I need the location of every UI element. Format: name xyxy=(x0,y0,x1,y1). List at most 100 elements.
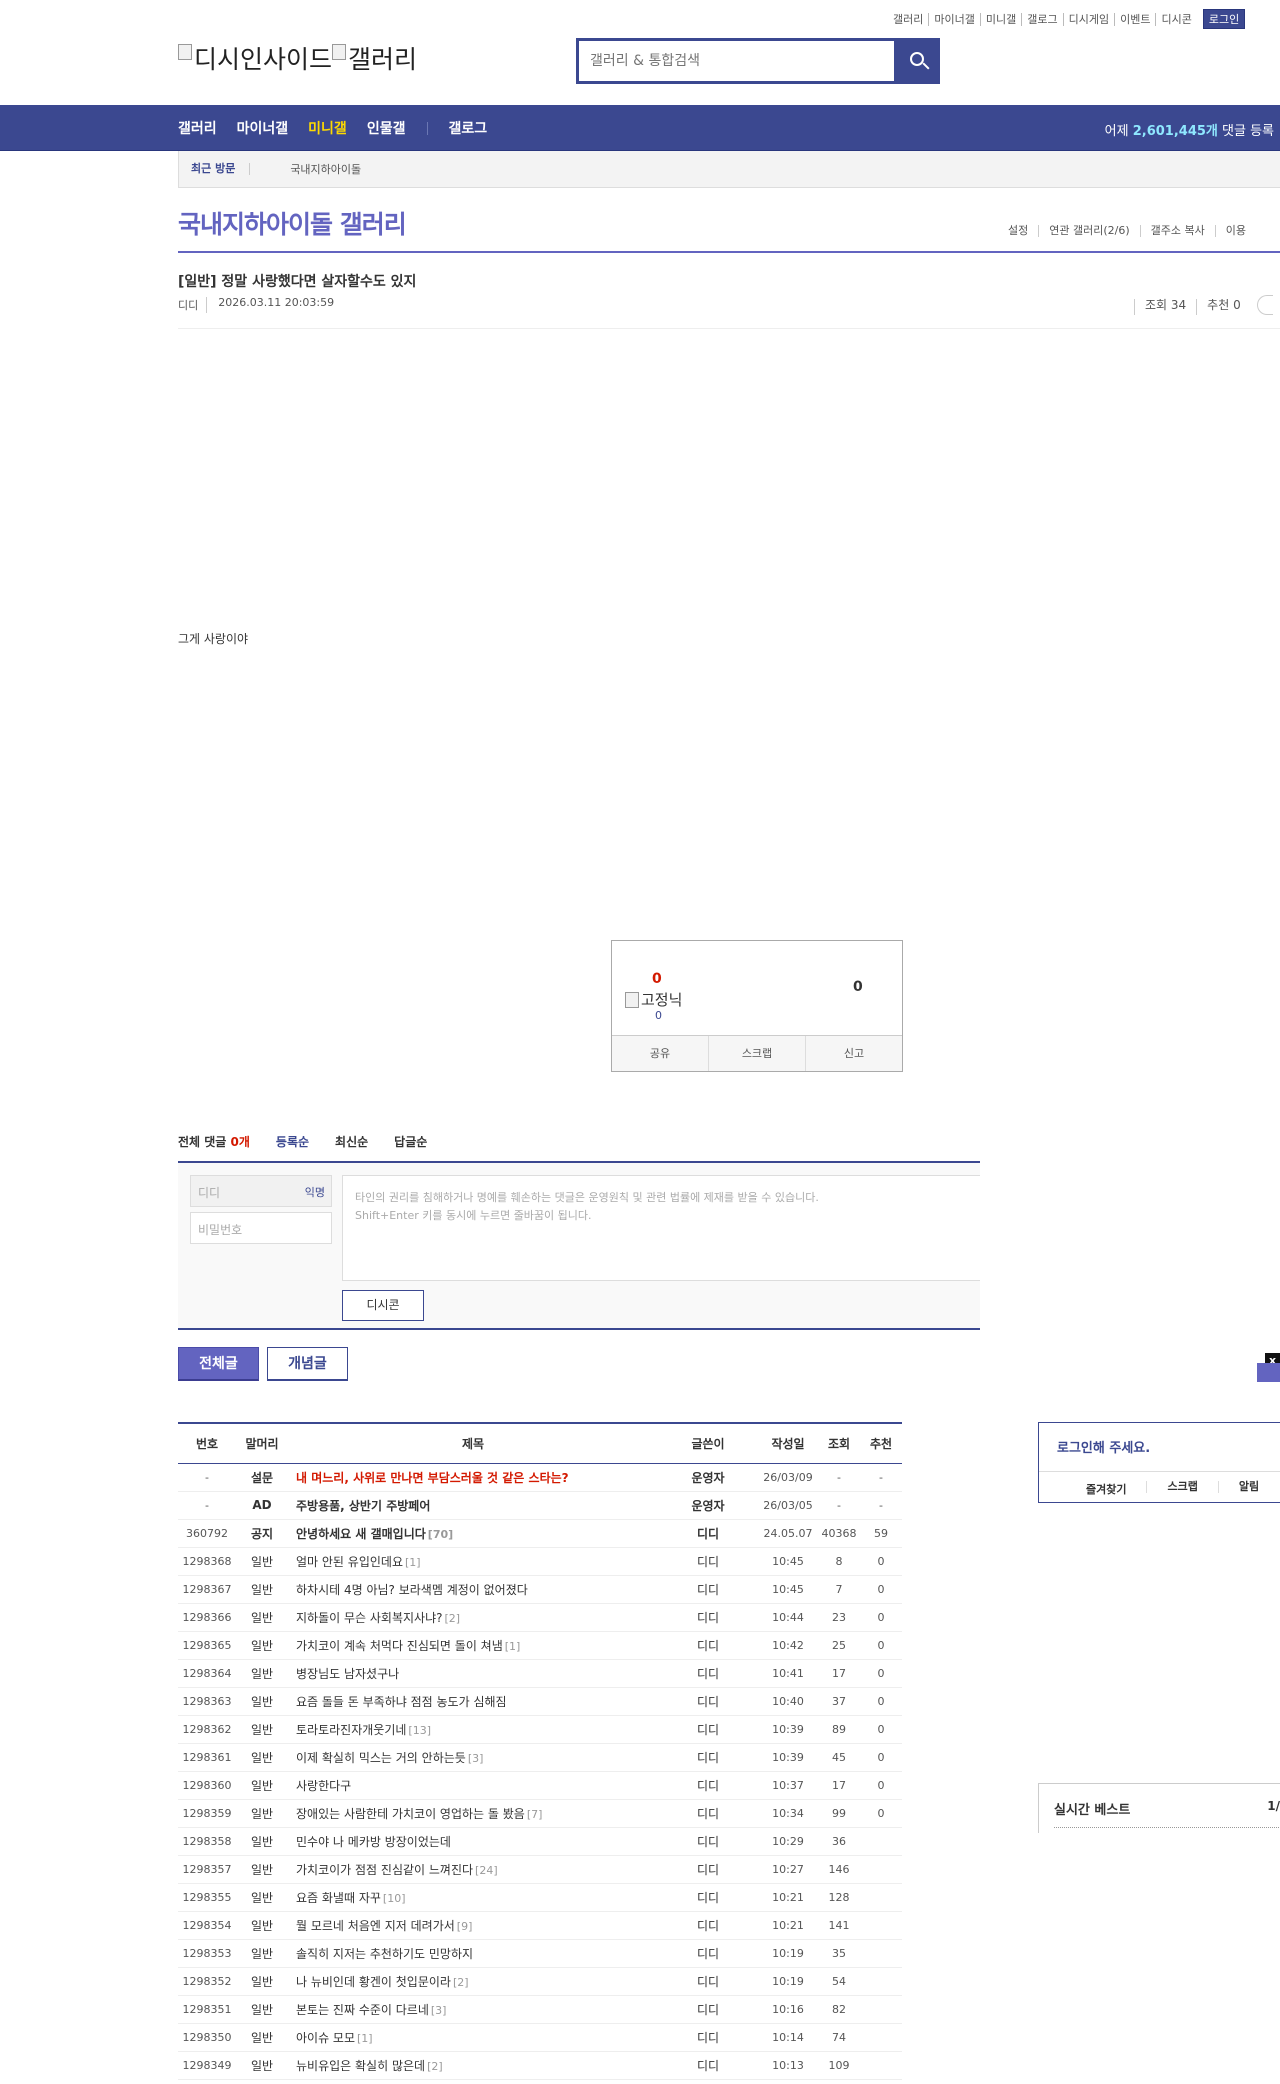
post-author[interactable]: 디디 xyxy=(178,297,198,313)
row-writer[interactable]: 디디 xyxy=(658,1575,758,1604)
row-writer[interactable]: 디디 xyxy=(658,1603,758,1632)
table-row[interactable]: 1298365 일반 가치코이 계속 처먹다 진심되면 돌이 쳐냄 [1] 디디 10:4… xyxy=(178,1631,1018,1660)
row-reply-count[interactable]: [1] xyxy=(505,1640,521,1653)
row-writer[interactable]: 디디 xyxy=(658,2051,758,2080)
search-button[interactable] xyxy=(894,41,937,81)
gallery-usage[interactable]: 이용 xyxy=(1214,225,1256,237)
side-float-button[interactable] xyxy=(1257,1363,1280,1382)
row-subject[interactable]: 아이슈 모모 [1] xyxy=(288,2023,658,2052)
row-subject[interactable]: 민수야 나 메카방 방장이었는데 xyxy=(288,1827,658,1856)
comment-textarea[interactable]: 타인의 권리를 침해하거나 명예를 훼손하는 댓글은 운영원칙 및 관련 법률에… xyxy=(342,1175,980,1281)
table-row[interactable]: 1298359 일반 장애있는 사람한테 가치코이 영업하는 돌 봤음 [7] 디디 10… xyxy=(178,1799,1018,1828)
row-subject[interactable]: 하차시테 4명 아님? 보라색멤 계정이 없어졌다 xyxy=(288,1575,658,1604)
row-subject-text[interactable]: 요즘 화낼때 자꾸 xyxy=(296,1891,381,1905)
table-row[interactable]: 1298350 일반 아이슈 모모 [1] 디디 10:14 74 xyxy=(178,2023,1018,2052)
table-row[interactable]: 1298354 일반 뭘 모르네 처음엔 지저 데려가서 [9] 디디 10:21 141 xyxy=(178,1911,1018,1940)
fixed-nick-recommend[interactable]: 고정닉 xyxy=(625,989,682,1010)
login-prompt[interactable]: 로그인해 주세요. xyxy=(1057,1437,1150,1456)
topnav-event[interactable]: 이벤트 xyxy=(1114,12,1155,26)
row-subject-text[interactable]: 가치코이 계속 처먹다 진심되면 돌이 쳐냄 xyxy=(296,1639,503,1653)
table-row[interactable]: 1298357 일반 가치코이가 점점 진심같이 느껴진다 [24] 디디 10:27 14… xyxy=(178,1855,1018,1884)
row-subject-text[interactable]: 장애있는 사람한테 가치코이 영업하는 돌 봤음 xyxy=(296,1807,525,1821)
table-row[interactable]: 1298363 일반 요즘 돌들 돈 부족하냐 점점 농도가 심해짐 디디 10:40 3… xyxy=(178,1687,1018,1716)
row-subject[interactable]: 토라토라진자개웃기네 [13] xyxy=(288,1715,658,1744)
row-writer[interactable]: 디디 xyxy=(658,1519,758,1548)
scrap-button[interactable]: 스크랩 xyxy=(708,1036,805,1071)
row-reply-count[interactable]: [7] xyxy=(527,1808,543,1821)
table-row[interactable]: 1298362 일반 토라토라진자개웃기네 [13] 디디 10:39 89 0 xyxy=(178,1715,1018,1744)
topnav-dcgame[interactable]: 디시게임 xyxy=(1062,12,1114,26)
row-writer[interactable]: 디디 xyxy=(658,1967,758,1996)
row-reply-count[interactable]: [1] xyxy=(357,2032,373,2045)
table-row[interactable]: - 설문 내 며느리, 사위로 만나면 부담스러울 것 같은 스타는? 운영자 26/0… xyxy=(178,1463,1018,1492)
row-subject-text[interactable]: 나 뉴비인데 황겐이 첫입문이라 xyxy=(296,1975,451,1989)
row-subject[interactable]: 가치코이가 점점 진심같이 느껴진다 [24] xyxy=(288,1855,658,1884)
row-subject-text[interactable]: 안녕하세요 새 갤매입니다 xyxy=(296,1527,426,1541)
row-writer[interactable]: 디디 xyxy=(658,1855,758,1884)
row-writer[interactable]: 디디 xyxy=(658,1827,758,1856)
row-reply-count[interactable]: [24] xyxy=(475,1864,498,1877)
row-subject[interactable]: 솔직히 지저는 추천하기도 민망하지 xyxy=(288,1939,658,1968)
table-row[interactable]: 1298355 일반 요즘 화낼때 자꾸 [10] 디디 10:21 128 xyxy=(178,1883,1018,1912)
row-subject[interactable]: 나 뉴비인데 황겐이 첫입문이라 [2] xyxy=(288,1967,658,1996)
row-subject[interactable]: 뭘 모르네 처음엔 지저 데려가서 [9] xyxy=(288,1911,658,1940)
table-row[interactable]: 360792 공지 안녕하세요 새 갤매입니다 [70] 디디 24.05.07 40368… xyxy=(178,1519,1018,1548)
row-reply-count[interactable]: [2] xyxy=(453,1976,469,1989)
table-row[interactable]: 1298364 일반 병장님도 남자셨구나 디디 10:41 17 0 xyxy=(178,1659,1018,1688)
row-writer[interactable]: 운영자 xyxy=(658,1463,758,1492)
all-posts-button[interactable]: 전체글 xyxy=(178,1347,259,1381)
table-row[interactable]: 1298368 일반 얼마 안된 유입인데요 [1] 디디 10:45 8 0 xyxy=(178,1547,1018,1576)
nav-person-gallery[interactable]: 인물갤 xyxy=(367,118,406,138)
topnav-minor[interactable]: 마이너갤 xyxy=(928,12,979,26)
row-subject[interactable]: 이제 확실히 믹스는 거의 안하는듯 [3] xyxy=(288,1743,658,1772)
row-subject-text[interactable]: 솔직히 지저는 추천하기도 민망하지 xyxy=(296,1947,473,1961)
row-writer[interactable]: 디디 xyxy=(658,1883,758,1912)
row-reply-count[interactable]: [3] xyxy=(431,2004,447,2017)
row-subject-text[interactable]: 뉴비유입은 확실히 많은데 xyxy=(296,2059,425,2073)
recent-visit-item[interactable]: 국내지하아이돌 xyxy=(290,161,361,177)
row-subject-text[interactable]: 사랑한다구 xyxy=(296,1779,351,1793)
topnav-mini[interactable]: 미니갤 xyxy=(979,12,1021,26)
nav-gallog[interactable]: 갤로그 xyxy=(448,118,487,138)
table-row[interactable]: 1298360 일반 사랑한다구 디디 10:37 17 0 xyxy=(178,1771,1018,1800)
row-subject[interactable]: 안녕하세요 새 갤매입니다 [70] xyxy=(288,1519,658,1548)
report-button[interactable]: 신고 xyxy=(805,1036,902,1071)
row-subject-text[interactable]: 아이슈 모모 xyxy=(296,2031,355,2045)
favorites-link[interactable]: 즐겨찾기 xyxy=(1039,1472,1126,1503)
row-reply-count[interactable]: [10] xyxy=(383,1892,406,1905)
search-input[interactable] xyxy=(579,41,894,81)
row-subject[interactable]: 병장님도 남자셨구나 xyxy=(288,1659,658,1688)
sort-replies[interactable]: 답글순 xyxy=(394,1133,427,1150)
row-subject[interactable]: 얼마 안된 유입인데요 [1] xyxy=(288,1547,658,1576)
row-subject-text[interactable]: 주방용품, 상반기 주방페어 xyxy=(296,1499,430,1513)
table-row[interactable]: - AD 주방용품, 상반기 주방페어 운영자 26/03/05- - xyxy=(178,1491,1018,1520)
row-subject-text[interactable]: 이제 확실히 믹스는 거의 안하는듯 xyxy=(296,1751,466,1765)
gallery-title[interactable]: 국내지하아이돌 갤러리 xyxy=(178,205,407,241)
site-logo[interactable]: 디시인사이드 갤러리 xyxy=(178,40,417,76)
table-row[interactable]: 1298361 일반 이제 확실히 믹스는 거의 안하는듯 [3] 디디 10:39 45 0 xyxy=(178,1743,1018,1772)
row-reply-count[interactable]: [9] xyxy=(457,1920,473,1933)
nav-mini-gallery[interactable]: 미니갤 xyxy=(308,118,347,138)
row-subject[interactable]: 본토는 진짜 수준이 다르네 [3] xyxy=(288,1995,658,2024)
row-subject-text[interactable]: 요즘 돌들 돈 부족하냐 점점 농도가 심해짐 xyxy=(296,1695,507,1709)
row-subject-text[interactable]: 지하돌이 무슨 사회복지사냐? xyxy=(296,1611,442,1625)
row-writer[interactable]: 디디 xyxy=(658,1911,758,1940)
table-row[interactable]: 1298353 일반 솔직히 지저는 추천하기도 민망하지 디디 10:19 35 xyxy=(178,1939,1018,1968)
related-galleries[interactable]: 연관 갤러리(2/6) xyxy=(1038,225,1139,237)
recent-visit-title[interactable]: 최근 방문 xyxy=(191,163,251,175)
row-subject-text[interactable]: 민수야 나 메카방 방장이었는데 xyxy=(296,1835,451,1849)
row-reply-count[interactable]: [70] xyxy=(428,1528,453,1541)
nickname-field[interactable]: 디디 익명 xyxy=(190,1175,332,1207)
row-reply-count[interactable]: [13] xyxy=(408,1724,431,1737)
table-row[interactable]: 1298352 일반 나 뉴비인데 황겐이 첫입문이라 [2] 디디 10:19 54 xyxy=(178,1967,1018,1996)
row-writer[interactable]: 디디 xyxy=(658,1659,758,1688)
topnav-dccon[interactable]: 디시콘 xyxy=(1155,12,1196,26)
row-reply-count[interactable]: [2] xyxy=(444,1612,460,1625)
notification-link[interactable]: 알림 xyxy=(1217,1481,1259,1493)
row-subject[interactable]: 주방용품, 상반기 주방페어 xyxy=(288,1491,658,1520)
row-subject-text[interactable]: 뭘 모르네 처음엔 지저 데려가서 xyxy=(296,1919,455,1933)
row-subject[interactable]: 요즘 화낼때 자꾸 [10] xyxy=(288,1883,658,1912)
table-row[interactable]: 1298349 일반 뉴비유입은 확실히 많은데 [2] 디디 10:13 109 xyxy=(178,2051,1018,2080)
login-button[interactable]: 로그인 xyxy=(1202,9,1246,29)
row-writer[interactable]: 디디 xyxy=(658,1715,758,1744)
